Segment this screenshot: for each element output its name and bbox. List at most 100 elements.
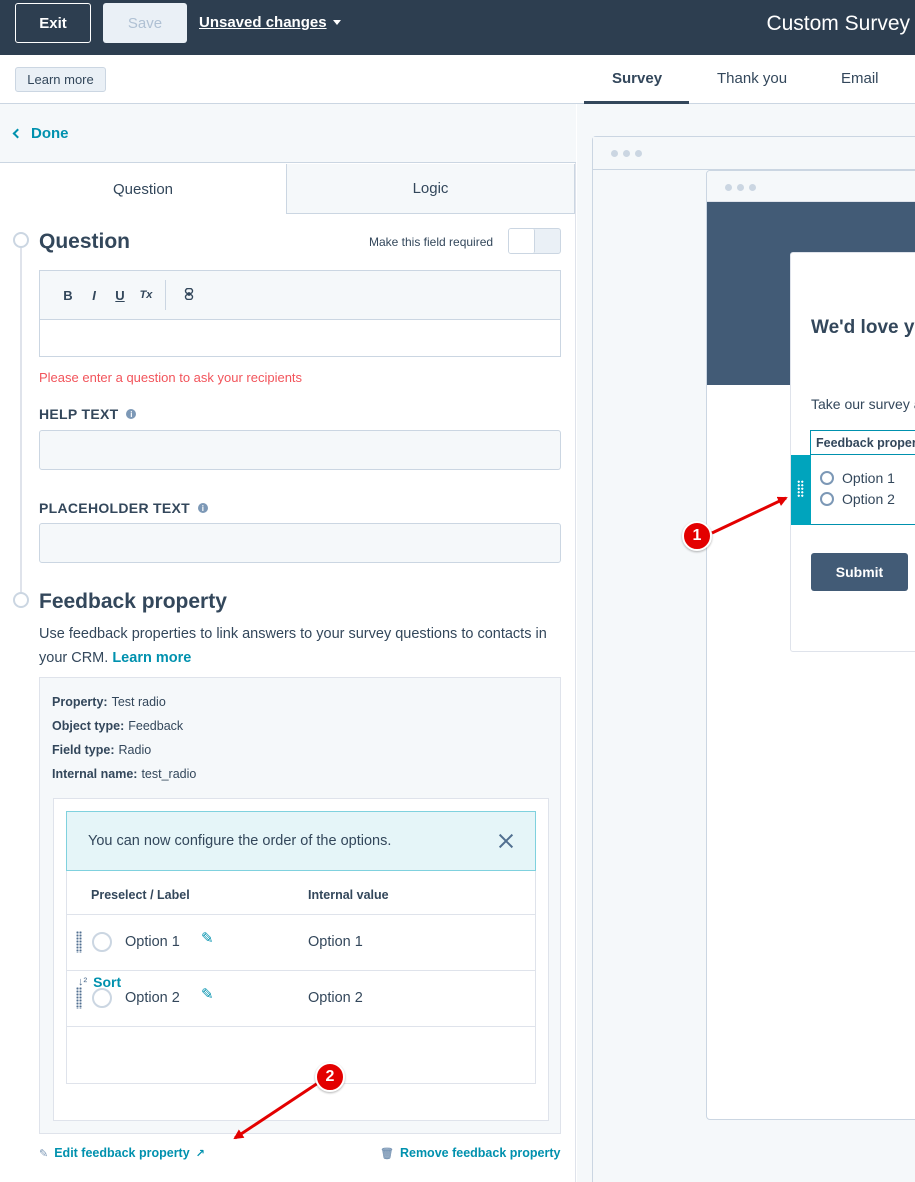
info-icon[interactable]: i xyxy=(126,409,137,419)
bold-button[interactable]: B xyxy=(55,288,81,303)
option-value: Option 2 xyxy=(308,990,363,1006)
tab-question[interactable]: Question xyxy=(0,164,286,214)
options-box: You can now configure the order of the o… xyxy=(53,798,549,1121)
feedback-description: Use feedback properties to link answers … xyxy=(39,622,564,670)
radio-icon xyxy=(820,471,834,485)
edit-feedback-property-link[interactable]: ✎ Edit feedback property ↗ xyxy=(39,1146,205,1160)
clear-format-button[interactable]: Tx xyxy=(133,289,159,301)
unsaved-changes-label: Unsaved changes xyxy=(199,14,327,31)
sort-icon: ↓² xyxy=(78,976,88,988)
toggle-knob xyxy=(509,229,535,253)
detail-key: Object type: xyxy=(52,719,125,733)
done-label: Done xyxy=(31,125,69,142)
link-icon[interactable] xyxy=(176,287,202,303)
preview-option[interactable]: Option 1 xyxy=(820,470,895,486)
order-notice: You can now configure the order of the o… xyxy=(66,811,536,871)
header-internal-value: Internal value xyxy=(308,888,389,902)
section-dot-question xyxy=(13,232,29,248)
survey-title: Custom Survey xyxy=(766,12,910,35)
sort-label: Sort xyxy=(93,974,122,990)
underline-button[interactable]: U xyxy=(107,288,133,303)
options-table: Preselect / Label Internal value Option … xyxy=(66,871,536,1084)
table-row: Option 1 ✎ Option 1 xyxy=(67,915,535,971)
survey-card: We'd love y Take our survey a Feedback p… xyxy=(790,252,915,652)
browser-bar xyxy=(593,137,915,170)
inner-browser-bar xyxy=(707,171,915,202)
question-editor: B I U Tx xyxy=(39,270,561,357)
detail-value: Radio xyxy=(118,743,152,757)
option-label: Option 2 xyxy=(125,990,180,1006)
unsaved-changes-dropdown[interactable]: Unsaved changes xyxy=(199,14,341,31)
section-dot-feedback xyxy=(13,592,29,608)
done-row: Done xyxy=(0,104,576,163)
radio-icon xyxy=(820,492,834,506)
preview-field-body[interactable]: Option 1 Option 2 xyxy=(811,455,915,525)
placeholder-text-input[interactable] xyxy=(39,523,561,563)
preview-inner-frame: We'd love y Take our survey a Feedback p… xyxy=(706,170,915,1120)
sub-bar: Learn more Survey Thank you Email xyxy=(0,55,915,105)
property-detail: Object type: Feedback xyxy=(52,719,183,733)
remove-feedback-label: Remove feedback property xyxy=(399,1146,561,1160)
pencil-icon[interactable]: ✎ xyxy=(201,987,215,1002)
annotation-badge-2: 2 xyxy=(315,1062,345,1092)
preview-option-label: Option 1 xyxy=(842,470,895,486)
feedback-property-heading: Feedback property xyxy=(39,590,227,613)
drag-handle-icon[interactable] xyxy=(76,931,82,953)
question-error: Please enter a question to ask your reci… xyxy=(39,370,303,385)
preview-option-label: Option 2 xyxy=(842,491,895,507)
survey-subheading: Take our survey a xyxy=(811,396,915,412)
tab-email[interactable]: Email xyxy=(841,70,879,87)
table-header: Preselect / Label Internal value xyxy=(67,871,535,915)
help-text-label-text: HELP TEXT xyxy=(39,406,119,422)
table-row: Option 2 ✎ Option 2 xyxy=(67,971,535,1027)
pencil-icon[interactable]: ✎ xyxy=(201,931,215,946)
notice-text: You can now configure the order of the o… xyxy=(88,833,392,849)
window-dots-icon xyxy=(725,184,756,191)
drag-handle-icon[interactable] xyxy=(76,987,82,1009)
drag-handle-icon[interactable] xyxy=(797,480,804,498)
required-label: Make this field required xyxy=(369,235,494,249)
close-icon[interactable] xyxy=(499,834,513,848)
preview-option[interactable]: Option 2 xyxy=(820,491,895,507)
header-preselect-label: Preselect / Label xyxy=(91,888,190,902)
remove-feedback-property-link[interactable]: 🗑 Remove feedback property xyxy=(380,1146,560,1160)
property-detail: Field type: Radio xyxy=(52,743,151,757)
help-text-input[interactable] xyxy=(39,430,561,470)
sort-button[interactable]: ↓² Sort xyxy=(78,974,121,990)
placeholder-text-label: PLACEHOLDER TEXT i xyxy=(39,500,209,516)
tab-survey[interactable]: Survey xyxy=(612,70,662,87)
trash-icon: 🗑 xyxy=(380,1147,394,1160)
detail-key: Internal name: xyxy=(52,767,138,781)
section-timeline xyxy=(20,240,22,600)
editor-panel: Done Question Logic Question Make this f… xyxy=(0,104,576,1182)
required-toggle[interactable] xyxy=(508,228,561,254)
field-selection-rail[interactable] xyxy=(791,455,811,525)
option-label: Option 1 xyxy=(125,934,180,950)
preview-panel: We'd love y Take our survey a Feedback p… xyxy=(577,104,915,1182)
property-detail: Property: Test radio xyxy=(52,695,166,709)
pencil-icon: ✎ xyxy=(39,1147,49,1160)
detail-key: Property: xyxy=(52,695,108,709)
external-link-icon: ↗ xyxy=(195,1147,205,1160)
preselect-radio[interactable] xyxy=(92,932,112,952)
preview-field-label: Feedback proper xyxy=(810,430,915,455)
learn-more-button[interactable]: Learn more xyxy=(15,67,106,92)
window-dots-icon xyxy=(611,150,642,157)
annotation-badge-1: 1 xyxy=(682,521,712,551)
italic-button[interactable]: I xyxy=(81,288,107,303)
editor-toolbar: B I U Tx xyxy=(40,271,560,320)
save-button[interactable]: Save xyxy=(103,3,187,43)
info-icon[interactable]: i xyxy=(198,503,209,513)
property-detail: Internal name: test_radio xyxy=(52,767,196,781)
done-button[interactable]: Done xyxy=(12,125,69,142)
top-bar: Exit Save Unsaved changes Custom Survey xyxy=(0,0,915,55)
exit-button[interactable]: Exit xyxy=(15,3,91,43)
learn-more-link[interactable]: Learn more xyxy=(112,650,191,666)
tab-logic[interactable]: Logic xyxy=(286,164,575,214)
property-details-box: Property: Test radio Object type: Feedback… xyxy=(39,677,561,1134)
submit-button[interactable]: Submit xyxy=(811,553,908,591)
preselect-radio[interactable] xyxy=(92,988,112,1008)
survey-heading: We'd love y xyxy=(811,317,915,338)
question-input[interactable] xyxy=(40,320,560,356)
tab-thank-you[interactable]: Thank you xyxy=(717,70,787,87)
